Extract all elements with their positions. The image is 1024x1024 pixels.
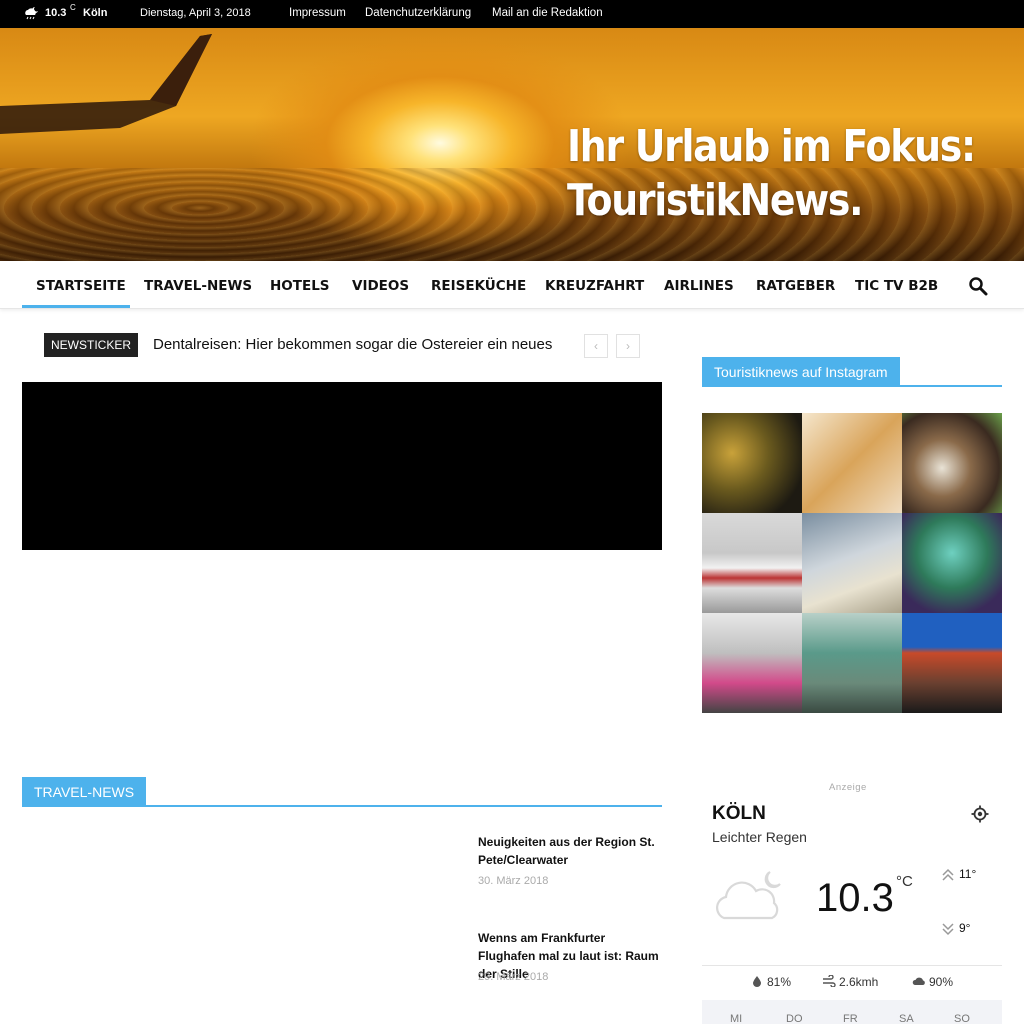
header-banner[interactable]: Ihr Urlaub im Fokus: TouristikNews. [0, 28, 1024, 261]
nav-item-hotels[interactable]: HOTELS [270, 278, 330, 294]
instagram-photo[interactable] [802, 513, 902, 613]
topbar-temperature-unit: C [70, 3, 76, 12]
topbar-temperature: 10.3 [45, 7, 67, 19]
nav-item-airlines[interactable]: AIRLINES [664, 278, 734, 294]
droplet-icon [752, 975, 762, 990]
main-navigation: STARTSEITE TRAVEL-NEWS HOTELS VIDEOS REI… [0, 261, 1024, 309]
instagram-photo[interactable] [802, 413, 902, 513]
link-mail-redaktion[interactable]: Mail an die Redaktion [492, 7, 603, 19]
weather-divider [702, 965, 1002, 966]
forecast-day: SA [899, 1013, 914, 1024]
instagram-photo[interactable] [702, 613, 802, 713]
locate-icon[interactable] [971, 805, 989, 823]
search-icon[interactable] [968, 276, 988, 296]
forecast-day: MI [730, 1013, 743, 1024]
link-datenschutz[interactable]: Datenchutzerklärung [365, 7, 471, 19]
cloud-rain-moon-icon [22, 6, 40, 23]
instagram-photo[interactable] [902, 413, 1002, 513]
banner-headline: Ihr Urlaub im Fokus: TouristikNews. [567, 120, 976, 228]
wind-icon [822, 974, 836, 990]
news-item-date: 30. März 2018 [478, 875, 549, 887]
cloud-icon [912, 975, 926, 989]
travel-news-section-divider [22, 805, 662, 807]
instagram-section-header: Touristiknews auf Instagram [702, 357, 1002, 387]
instagram-photo[interactable] [702, 413, 802, 513]
forecast-day: FR [843, 1013, 858, 1024]
nav-item-kreuzfahrt[interactable]: KREUZFAHRT [545, 278, 644, 294]
video-player[interactable] [22, 382, 662, 550]
nav-item-travel-news[interactable]: TRAVEL-NEWS [144, 278, 252, 294]
forecast-day: SO [954, 1013, 970, 1024]
weather-description: Leichter Regen [712, 829, 807, 845]
instagram-grid [702, 413, 1002, 713]
banner-headline-line1: Ihr Urlaub im Fokus: [567, 121, 976, 172]
chevron-up-icon [941, 868, 955, 882]
instagram-photo[interactable] [702, 513, 802, 613]
airplane-wing-image [0, 34, 212, 134]
instagram-photo[interactable] [902, 613, 1002, 713]
chevron-down-icon [941, 922, 955, 936]
weather-humidity: 81% [767, 975, 792, 989]
link-impressum[interactable]: Impressum [289, 7, 346, 19]
cloud-moon-icon [710, 866, 786, 924]
nav-active-indicator [22, 305, 130, 308]
ticker-next-button[interactable]: › [616, 334, 640, 358]
travel-news-section-title[interactable]: TRAVEL-NEWS [22, 777, 147, 807]
instagram-photo[interactable] [902, 513, 1002, 613]
top-bar: 10.3 C Köln Dienstag, April 3, 2018 Impr… [0, 0, 1024, 28]
nav-item-startseite[interactable]: STARTSEITE [36, 278, 126, 294]
news-item-title[interactable]: Neuigkeiten aus der Region St. Pete/Clea… [478, 833, 662, 869]
nav-item-tic-tv-b2b[interactable]: TIC TV B2B [855, 278, 938, 294]
newsticker-label: NEWSTICKER [44, 333, 138, 357]
weather-temperature: 10.3 [816, 876, 894, 920]
weather-city: KÖLN [712, 803, 766, 824]
instagram-section-divider [702, 385, 1002, 387]
banner-headline-line2: TouristikNews. [567, 175, 864, 226]
instagram-photo[interactable] [802, 613, 902, 713]
nav-item-ratgeber[interactable]: RATGEBER [756, 278, 835, 294]
ticker-prev-button[interactable]: ‹ [584, 334, 608, 358]
topbar-date: Dienstag, April 3, 2018 [140, 7, 251, 19]
topbar-city: Köln [83, 7, 108, 19]
instagram-section-title: Touristiknews auf Instagram [702, 357, 900, 387]
nav-item-reisekueche[interactable]: REISEKÜCHE [431, 278, 526, 294]
weather-high: 11° [959, 867, 977, 881]
news-item-date: 29. März 2018 [478, 971, 549, 983]
newsticker-headline[interactable]: Dentalreisen: Hier bekommen sogar die Os… [153, 336, 552, 353]
weather-low: 9° [959, 921, 971, 935]
forecast-day: DO [786, 1013, 803, 1024]
weather-temperature-unit: °C [896, 873, 913, 890]
nav-item-videos[interactable]: VIDEOS [352, 278, 409, 294]
weather-wind: 2.6kmh [839, 975, 879, 989]
travel-news-section-header: TRAVEL-NEWS [22, 777, 662, 807]
ad-label: Anzeige [829, 782, 867, 793]
weather-clouds: 90% [929, 975, 954, 989]
